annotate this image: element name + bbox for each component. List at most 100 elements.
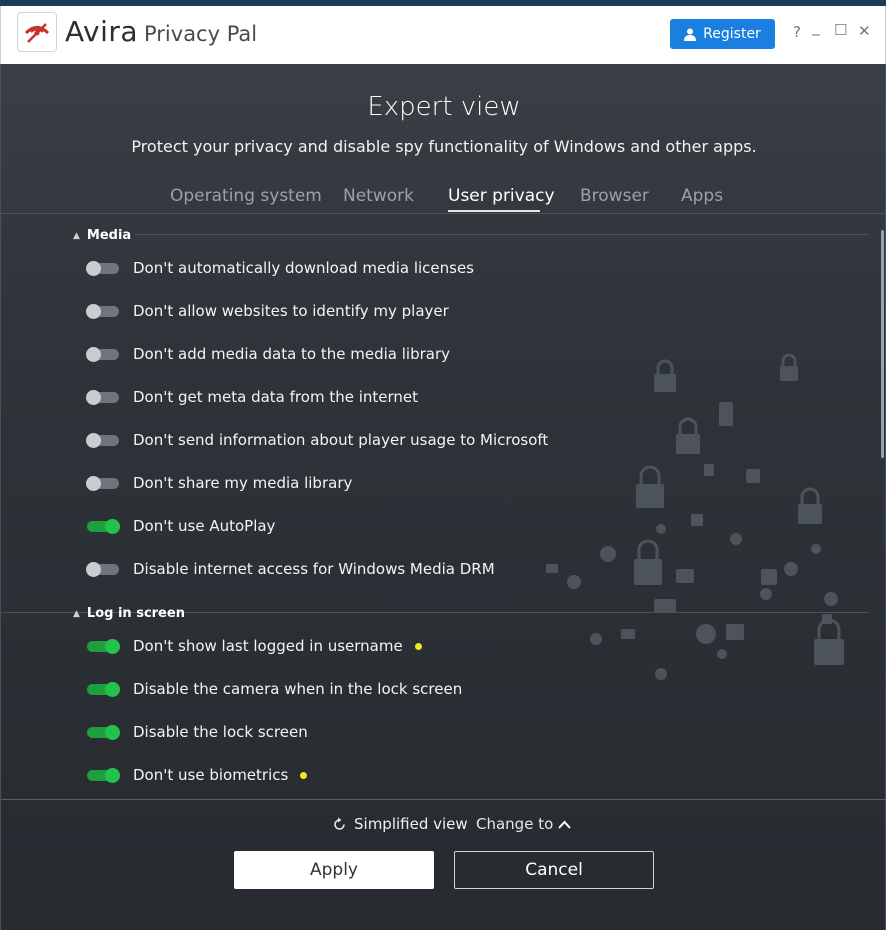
- globe-icon: [696, 624, 716, 644]
- setting-label: Don't send information about player usag…: [133, 431, 549, 449]
- setting-row[interactable]: Disable the lock screen: [87, 718, 308, 746]
- setting-label: Disable internet access for Windows Medi…: [133, 560, 495, 578]
- avira-logo: [17, 12, 57, 52]
- toggle-switch[interactable]: [86, 303, 119, 319]
- setting-label: Don't automatically download media licen…: [133, 259, 475, 277]
- register-label: Register: [703, 26, 761, 42]
- logo-icon: [24, 23, 50, 43]
- toggle-knob: [86, 432, 101, 448]
- setting-label: Disable the lock screen: [133, 723, 308, 741]
- lock-icon: [814, 618, 844, 665]
- setting-label: Don't allow websites to identify my play…: [133, 302, 449, 320]
- lock-icon: [654, 359, 676, 392]
- setting-row[interactable]: Don't use AutoPlay: [87, 512, 275, 540]
- setting-row[interactable]: Don't get meta data from the internet: [86, 383, 419, 411]
- toggle-switch[interactable]: [86, 389, 119, 405]
- page-subtitle: Protect your privacy and disable spy fun…: [131, 137, 757, 156]
- setting-label: Don't get meta data from the internet: [133, 388, 419, 406]
- toggle-switch[interactable]: [86, 475, 119, 491]
- mail-icon: [654, 599, 676, 613]
- setting-row[interactable]: Don't share my media library: [86, 469, 352, 497]
- toggle-switch[interactable]: [87, 681, 120, 697]
- help-icon[interactable]: ?: [793, 23, 801, 41]
- power-icon: [567, 575, 581, 589]
- product-name: Privacy Pal: [144, 22, 258, 46]
- lock-icon: [798, 487, 822, 524]
- setting-row[interactable]: Don't allow websites to identify my play…: [86, 297, 449, 325]
- register-button[interactable]: Register: [670, 19, 775, 49]
- lock-icon: [676, 417, 700, 454]
- tab-apps[interactable]: Apps: [681, 186, 723, 206]
- tab-browser[interactable]: Browser: [580, 186, 649, 206]
- brand-name: Avira: [65, 15, 139, 48]
- toggle-knob: [86, 303, 101, 319]
- toggle-knob: [105, 724, 120, 740]
- section-title: Log in screen: [86, 606, 185, 621]
- toggle-switch[interactable]: [86, 260, 119, 276]
- main-panel: Expert view Protect your privacy and dis…: [0, 64, 886, 930]
- monitor-icon: [676, 569, 694, 583]
- indicator-dot: [414, 642, 422, 650]
- section-header-media[interactable]: ▲ Media: [73, 228, 131, 243]
- toggle-switch[interactable]: [87, 518, 120, 534]
- globe-icon: [600, 546, 616, 562]
- setting-row[interactable]: Don't send information about player usag…: [86, 426, 549, 454]
- setting-label: Disable the camera when in the lock scre…: [133, 680, 463, 698]
- scrollbar[interactable]: [881, 230, 884, 458]
- toggle-knob: [105, 518, 120, 534]
- toggle-knob: [105, 638, 120, 654]
- section-header-login-screen[interactable]: ▲ Log in screen: [73, 606, 185, 621]
- toggle-knob: [86, 260, 101, 276]
- simplified-view-label: Simplified view: [354, 815, 468, 833]
- simplified-view-link[interactable]: Simplified view: [332, 815, 468, 833]
- toggle-knob: [86, 475, 101, 491]
- setting-row[interactable]: Don't add media data to the media librar…: [86, 340, 451, 368]
- toggle-knob: [105, 767, 120, 783]
- close-icon[interactable]: ✕: [858, 22, 871, 40]
- section-title: Media: [86, 228, 132, 243]
- setting-label: Don't show last logged in username: [133, 637, 403, 655]
- toggle-knob: [86, 346, 101, 362]
- toggle-switch[interactable]: [87, 767, 120, 783]
- toggle-knob: [86, 389, 101, 405]
- phone-icon: [719, 402, 733, 426]
- setting-label: Don't add media data to the media librar…: [133, 345, 451, 363]
- collapse-arrow-icon: ▲: [73, 608, 80, 619]
- lock-icon: [634, 539, 662, 585]
- user-icon: [684, 28, 697, 41]
- setting-label: Don't use biometrics: [133, 766, 289, 784]
- tab-user-privacy[interactable]: User privacy: [448, 186, 555, 206]
- chevron-up-icon: [558, 820, 572, 829]
- lock-icon: [636, 465, 664, 508]
- section-divider: [135, 234, 869, 235]
- setting-row[interactable]: Disable the camera when in the lock scre…: [87, 675, 462, 703]
- tab-network[interactable]: Network: [343, 186, 414, 206]
- setting-row[interactable]: Don't automatically download media licen…: [86, 254, 475, 282]
- toggle-switch[interactable]: [86, 346, 119, 362]
- toggle-switch[interactable]: [86, 432, 119, 448]
- maximize-icon[interactable]: ☐: [834, 21, 847, 39]
- tabs-divider: [1, 213, 886, 214]
- toggle-switch[interactable]: [86, 561, 119, 577]
- lock-icon: [726, 624, 744, 640]
- tab-operating-system[interactable]: Operating system: [170, 186, 322, 206]
- setting-row[interactable]: Don't show last logged in username: [87, 632, 422, 660]
- title-bar: Avira Privacy Pal Register ? _ ☐ ✕: [0, 6, 886, 64]
- page-title: Expert view: [367, 92, 521, 122]
- lock-icon: [780, 354, 798, 381]
- change-to-dropdown[interactable]: Change to: [476, 815, 572, 833]
- cancel-button[interactable]: Cancel: [454, 851, 654, 889]
- change-to-label: Change to: [476, 815, 554, 833]
- toggle-knob: [86, 561, 101, 577]
- setting-row[interactable]: Disable internet access for Windows Medi…: [86, 555, 495, 583]
- toggle-switch[interactable]: [87, 724, 120, 740]
- toggle-knob: [105, 681, 120, 697]
- setting-row[interactable]: Don't use biometrics: [87, 761, 308, 789]
- indicator-dot: [300, 771, 308, 779]
- apply-button[interactable]: Apply: [234, 851, 434, 889]
- setting-label: Don't use AutoPlay: [133, 517, 276, 535]
- collapse-arrow-icon: ▲: [73, 230, 80, 241]
- toggle-switch[interactable]: [87, 638, 120, 654]
- minimize-icon[interactable]: _: [812, 18, 820, 36]
- footer-divider: [1, 799, 886, 800]
